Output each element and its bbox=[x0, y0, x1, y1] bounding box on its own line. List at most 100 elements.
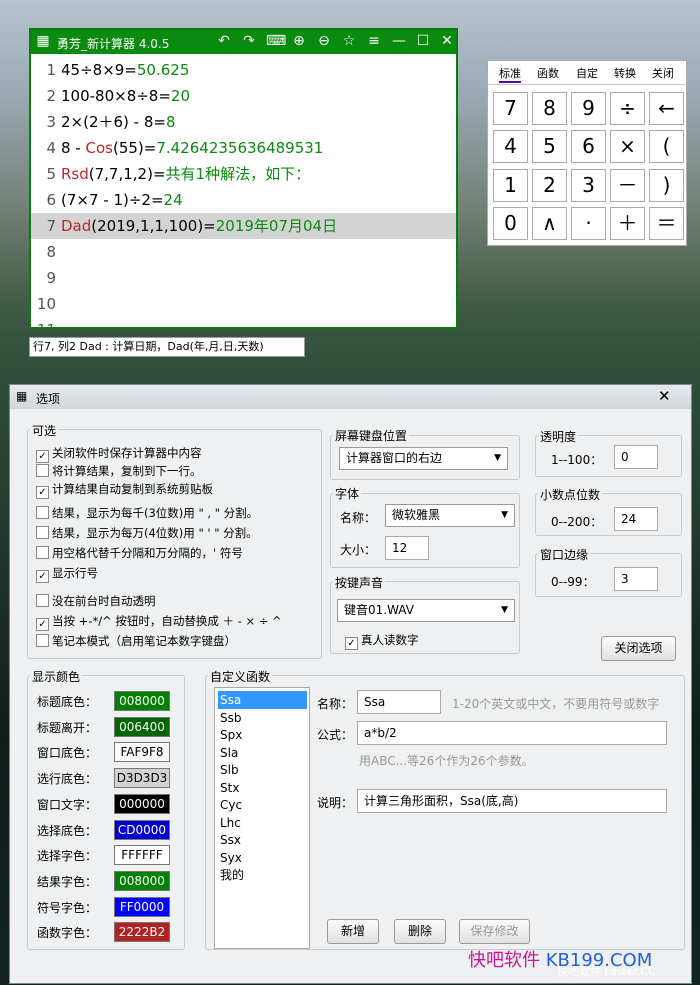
key-divide[interactable]: ÷ bbox=[610, 92, 645, 125]
checkbox-copy-next-line[interactable]: 将计算结果，复制到下一行。 bbox=[36, 463, 202, 479]
maximize-icon[interactable]: ☐ bbox=[415, 33, 431, 49]
key-1[interactable]: 1 bbox=[493, 169, 528, 202]
checkbox-copy-clipboard[interactable]: ✓ 计算结果自动复制到系统剪贴板 bbox=[36, 481, 213, 499]
calc-line[interactable]: 1 45÷8×9=50.625 bbox=[31, 57, 456, 83]
color-swatch[interactable]: 000000 bbox=[114, 793, 170, 814]
function-item[interactable]: Cyc bbox=[218, 796, 307, 814]
function-item[interactable]: Ssb bbox=[218, 709, 307, 727]
close-options-button[interactable]: 关闭选项 bbox=[601, 636, 676, 661]
key-0[interactable]: 0 bbox=[493, 207, 528, 240]
color-swatch[interactable]: FF0000 bbox=[114, 896, 170, 917]
font-size-input[interactable]: 12 bbox=[385, 536, 429, 560]
key-6[interactable]: 6 bbox=[571, 130, 606, 163]
function-item[interactable]: Sla bbox=[218, 744, 307, 762]
checkbox-space-separator[interactable]: 用空格代替千分隔和万分隔的，' 符号 bbox=[36, 545, 243, 561]
dialog-close-icon[interactable]: ✕ bbox=[658, 387, 671, 405]
calc-line[interactable]: 10 bbox=[31, 291, 456, 317]
function-list[interactable]: Ssa Ssb Spx Sla Slb Stx Cyc Lhc Ssx Syx 我的 bbox=[214, 687, 310, 949]
formula-input[interactable]: a*b/2 bbox=[357, 721, 667, 745]
function-item[interactable]: Ssx bbox=[218, 831, 307, 849]
color-swatch[interactable]: FAF9F8 bbox=[114, 742, 170, 763]
key-power[interactable]: ∧ bbox=[532, 207, 567, 240]
minimize-icon[interactable]: — bbox=[391, 33, 407, 49]
color-swatch[interactable]: 006400 bbox=[114, 716, 170, 737]
key-plus[interactable]: ＋ bbox=[610, 207, 645, 240]
decimals-input[interactable]: 24 bbox=[614, 507, 658, 531]
color-swatch[interactable]: 008000 bbox=[114, 870, 170, 891]
key-7[interactable]: 7 bbox=[493, 92, 528, 125]
color-swatch[interactable]: 008000 bbox=[114, 691, 170, 711]
key-2[interactable]: 2 bbox=[532, 169, 567, 202]
zoom-in-icon[interactable]: ⊕ bbox=[291, 33, 307, 49]
key-equals[interactable]: ＝ bbox=[649, 207, 684, 240]
checkbox-label: 结果，显示为每千(3位数)用 " , " 分割。 bbox=[52, 506, 259, 520]
save-changes-button[interactable]: 保存修改 bbox=[459, 919, 530, 944]
zoom-out-icon[interactable]: ⊖ bbox=[316, 33, 332, 49]
tab-functions[interactable]: 函数 bbox=[537, 65, 559, 81]
checkbox-thousands-separator[interactable]: 结果，显示为每千(3位数)用 " , " 分割。 bbox=[36, 505, 258, 521]
key-4[interactable]: 4 bbox=[493, 130, 528, 163]
key-8[interactable]: 8 bbox=[532, 92, 567, 125]
tab-convert[interactable]: 转换 bbox=[614, 65, 636, 81]
close-icon[interactable]: ✕ bbox=[439, 33, 455, 49]
redo-icon[interactable]: ↷ bbox=[241, 33, 257, 49]
tab-standard[interactable]: 标准 bbox=[499, 65, 521, 83]
calculator-titlebar[interactable]: ▦ 勇芳_新计算器 4.0.5 ↶ ↷ ⌨ ⊕ ⊖ ☆ ≡ — ☐ ✕ bbox=[31, 30, 456, 54]
calc-line[interactable]: 11 bbox=[31, 317, 456, 327]
keyboard-icon[interactable]: ⌨ bbox=[266, 33, 286, 49]
checkbox-human-voice[interactable]: ✓ 真人读数字 bbox=[345, 632, 419, 650]
undo-icon[interactable]: ↶ bbox=[216, 33, 232, 49]
checkbox-label: 笔记本模式（启用笔记本数字键盘） bbox=[52, 634, 236, 648]
key-3[interactable]: 3 bbox=[571, 169, 606, 202]
color-swatch[interactable]: FFFFFF bbox=[114, 845, 170, 866]
key-multiply[interactable]: × bbox=[610, 130, 645, 163]
color-swatch[interactable]: D3D3D3 bbox=[114, 768, 170, 789]
checkbox-wan-separator[interactable]: 结果，显示为每万(4位数)用 " ' " 分割。 bbox=[36, 525, 258, 541]
checkbox-save-on-close[interactable]: ✓ 关闭软件时保存计算器中内容 bbox=[36, 445, 202, 463]
calc-line[interactable]: 3 2×(2＋6) - 8=8 bbox=[31, 109, 456, 135]
checkbox-auto-transparent[interactable]: 没在前台时自动透明 bbox=[36, 593, 156, 609]
font-name-select[interactable]: 微软雅黑 ▼ bbox=[385, 504, 515, 527]
checkbox-auto-replace-operators[interactable]: ✓ 当按 +-*/^ 按钮时，自动替换成 ＋ - × ÷ ^ bbox=[36, 613, 282, 631]
calc-line-selected[interactable]: 7 Dad(2019,1,1,100)=2019年07月04日 bbox=[31, 213, 456, 239]
key-5[interactable]: 5 bbox=[532, 130, 567, 163]
calc-line[interactable]: 9 bbox=[31, 265, 456, 291]
dialog-titlebar[interactable]: ▦ 选项 ✕ bbox=[10, 385, 691, 409]
calc-line[interactable]: 5 Rsd(7,7,1,2)=共有1种解法，如下： bbox=[31, 161, 456, 187]
key-close-paren[interactable]: ) bbox=[649, 169, 684, 202]
function-item-selected[interactable]: Ssa bbox=[218, 691, 307, 709]
function-name-input[interactable]: Ssa bbox=[357, 690, 441, 714]
tab-close[interactable]: 关闭 bbox=[652, 65, 674, 81]
new-button[interactable]: 新增 bbox=[327, 919, 379, 944]
border-input[interactable]: 3 bbox=[614, 567, 658, 591]
key-decimal[interactable]: · bbox=[571, 207, 606, 240]
sound-select[interactable]: 键音01.WAV ▼ bbox=[337, 599, 515, 622]
function-item[interactable]: 我的 bbox=[218, 866, 307, 884]
function-item[interactable]: Lhc bbox=[218, 814, 307, 832]
function-item[interactable]: Spx bbox=[218, 726, 307, 744]
description-input[interactable]: 计算三角形面积，Ssa(底,高) bbox=[357, 789, 667, 813]
calculator-editor[interactable]: 1 45÷8×9=50.625 2 100-80×8÷8=20 3 2×(2＋6) -… bbox=[31, 54, 456, 327]
key-9[interactable]: 9 bbox=[571, 92, 606, 125]
pin-icon[interactable]: ☆ bbox=[341, 33, 357, 49]
function-item[interactable]: Stx bbox=[218, 779, 307, 797]
calc-line[interactable]: 8 bbox=[31, 239, 456, 265]
opacity-input[interactable]: 0 bbox=[614, 445, 658, 469]
screen-kb-select[interactable]: 计算器窗口的右边 ▼ bbox=[339, 447, 508, 470]
function-item[interactable]: Slb bbox=[218, 761, 307, 779]
function-item[interactable]: Syx bbox=[218, 849, 307, 867]
color-swatch[interactable]: CD0000 bbox=[114, 819, 170, 840]
color-swatch[interactable]: 2222B2 bbox=[114, 922, 170, 943]
calc-line[interactable]: 2 100-80×8÷8=20 bbox=[31, 83, 456, 109]
key-open-paren[interactable]: ( bbox=[649, 130, 684, 163]
key-backspace[interactable]: ← bbox=[649, 92, 684, 125]
tab-custom[interactable]: 自定 bbox=[576, 65, 598, 81]
checkbox-notebook-mode[interactable]: 笔记本模式（启用笔记本数字键盘） bbox=[36, 633, 236, 649]
calc-line[interactable]: 6 (7×7 - 1)÷2=24 bbox=[31, 187, 456, 213]
calc-line[interactable]: 4 8 - Cos(55)=7.4264235636489531 bbox=[31, 135, 456, 161]
decimals-label: 小数点位数 bbox=[538, 486, 603, 503]
key-minus[interactable]: － bbox=[610, 169, 645, 202]
delete-button[interactable]: 删除 bbox=[394, 919, 446, 944]
menu-icon[interactable]: ≡ bbox=[366, 33, 382, 49]
checkbox-show-line-numbers[interactable]: ✓ 显示行号 bbox=[36, 565, 98, 583]
